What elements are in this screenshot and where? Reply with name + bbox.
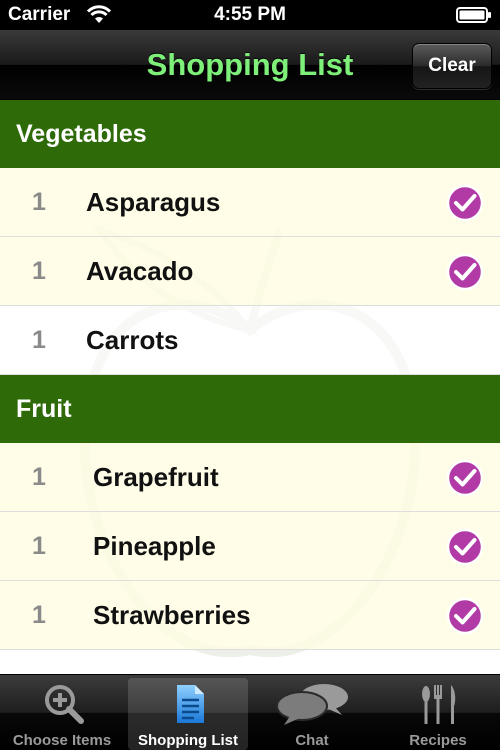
- tab-label: Recipes: [409, 732, 467, 749]
- list-item[interactable]: 1 Asparagus: [0, 168, 500, 237]
- list-item[interactable]: 1 Grapefruit: [0, 443, 500, 512]
- clear-button[interactable]: Clear: [412, 43, 492, 89]
- item-quantity: 1: [32, 257, 46, 285]
- item-name: Strawberries: [93, 600, 251, 630]
- list-item[interactable]: 1 Pineapple: [0, 512, 500, 581]
- tab-chat[interactable]: Chat: [252, 678, 372, 750]
- checkmark-icon[interactable]: [446, 528, 484, 566]
- checkmark-icon[interactable]: [446, 597, 484, 635]
- item-name: Carrots: [86, 325, 179, 355]
- tab-label: Shopping List: [138, 732, 238, 749]
- list-item[interactable]: 1 Carrots: [0, 306, 500, 375]
- battery-icon: [456, 7, 491, 23]
- magnifier-plus-icon: [45, 685, 84, 724]
- item-quantity: 1: [32, 188, 46, 216]
- tab-choose-items[interactable]: Choose Items: [2, 678, 122, 750]
- shopping-list[interactable]: Vegetables 1 Asparagus 1 Avacado 1 Carro…: [0, 100, 500, 674]
- item-name: Grapefruit: [93, 462, 219, 492]
- cutlery-icon: [422, 685, 456, 724]
- item-name: Asparagus: [86, 187, 221, 217]
- status-bar: Carrier 4:55 PM: [0, 0, 500, 30]
- tab-label: Chat: [295, 732, 329, 749]
- section-header-vegetables: Vegetables: [0, 100, 500, 168]
- list-item[interactable]: 1 Avacado: [0, 237, 500, 306]
- status-time: 4:55 PM: [214, 4, 286, 25]
- item-quantity: 1: [32, 463, 46, 491]
- checkmark-icon[interactable]: [446, 253, 484, 291]
- speech-bubbles-icon: [276, 684, 348, 725]
- item-quantity: 1: [32, 532, 46, 560]
- list-item[interactable]: 1 Strawberries: [0, 581, 500, 650]
- tab-shopping-list[interactable]: Shopping List: [128, 678, 248, 750]
- section-header-fruit: Fruit: [0, 375, 500, 443]
- checkmark-icon[interactable]: [446, 459, 484, 497]
- tab-label: Choose Items: [12, 732, 112, 749]
- item-name: Avacado: [86, 256, 194, 286]
- navigation-bar: Shopping List Clear: [0, 30, 500, 100]
- tab-bar: Choose Items Shopping List Chat Recipes: [0, 674, 500, 750]
- document-icon: [177, 685, 204, 723]
- tab-recipes[interactable]: Recipes: [378, 678, 498, 750]
- checkmark-icon[interactable]: [446, 184, 484, 222]
- item-name: Pineapple: [93, 531, 216, 561]
- item-quantity: 1: [32, 326, 46, 354]
- item-quantity: 1: [32, 601, 46, 629]
